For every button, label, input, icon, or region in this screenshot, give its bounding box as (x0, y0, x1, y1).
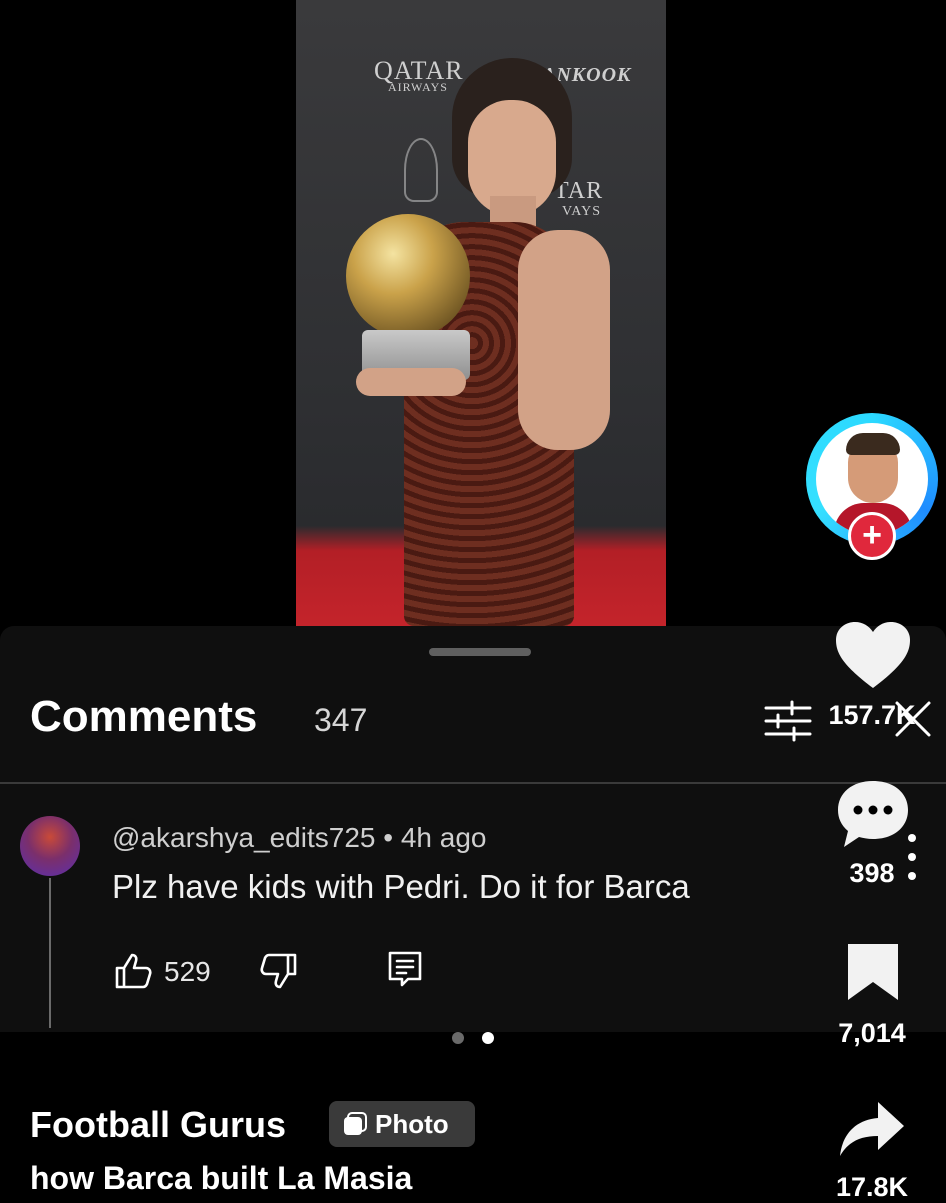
thread-line (49, 878, 51, 1028)
comment-username-time[interactable]: @akarshya_edits725 • 4h ago (112, 822, 486, 854)
post-caption: how Barca built La Masia (30, 1160, 413, 1196)
like-count: 157.7K (828, 700, 916, 730)
comment-text: Plz have kids with Pedri. Do it for Barc… (112, 868, 690, 905)
photo-figure (356, 368, 466, 396)
comments-count: 347 (314, 702, 368, 738)
trophy-logo-icon (404, 138, 438, 202)
photo-badge-label: Photo (375, 1108, 449, 1139)
photo-badge: Photo (329, 1101, 475, 1147)
comments-title: Comments (30, 692, 258, 741)
brand-text: AIRWAYS (388, 80, 448, 94)
sort-filter-icon[interactable] (764, 700, 812, 742)
photo-icon (344, 1112, 367, 1135)
bookmark-icon[interactable] (846, 942, 900, 1002)
thumbs-up-icon[interactable] (114, 952, 154, 990)
save-count: 7,014 (838, 1018, 906, 1048)
comments-sheet: Comments 347 @akarshya_edits725 • 4h ago… (0, 626, 946, 1032)
thumbs-down-icon[interactable] (258, 952, 298, 990)
post-photo[interactable]: QATAR AIRWAYS ANKOOK TAR VAYS (296, 0, 666, 626)
comment-bubble-icon[interactable] (836, 778, 910, 850)
reply-icon[interactable] (386, 950, 424, 988)
heart-icon[interactable] (834, 620, 912, 690)
pager-dot[interactable] (452, 1032, 464, 1044)
share-arrow-icon[interactable] (838, 1100, 906, 1158)
author-name[interactable]: Football Gurus (30, 1104, 286, 1146)
photo-figure (518, 230, 610, 450)
divider (0, 782, 946, 784)
sheet-drag-handle[interactable] (429, 648, 531, 656)
pager-dot-active[interactable] (482, 1032, 494, 1044)
comment-like-count: 529 (164, 956, 211, 987)
follow-button[interactable]: + (848, 512, 896, 560)
brand-text: VAYS (562, 204, 602, 219)
trophy-ball (346, 214, 470, 338)
more-options-icon[interactable] (906, 830, 918, 884)
share-count: 17.8K (835, 1172, 909, 1202)
commenter-avatar[interactable] (20, 816, 80, 876)
